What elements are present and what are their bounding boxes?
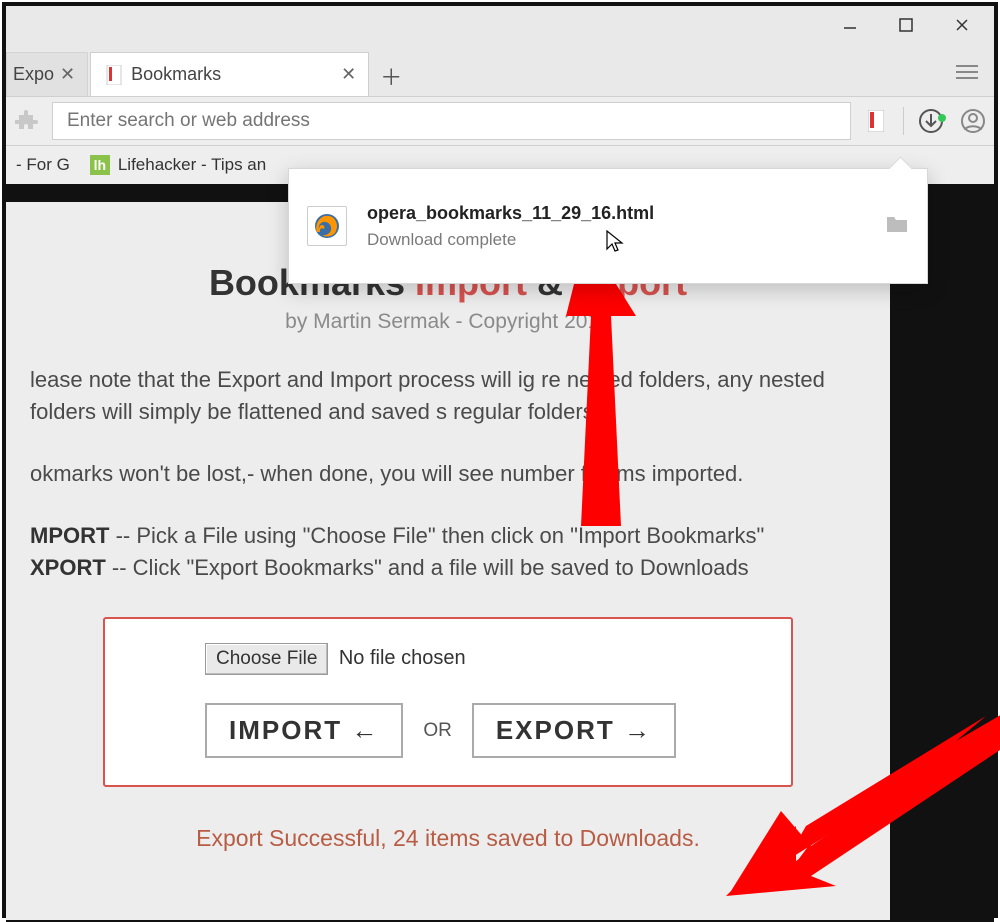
minimize-button[interactable]	[822, 6, 878, 44]
download-status: Download complete	[367, 230, 885, 250]
page-content: Bookmarks Import & Export by Martin Serm…	[6, 202, 890, 920]
tab-inactive[interactable]: Expo ✕	[6, 52, 88, 96]
bookmark-sidebar-icon[interactable]	[855, 110, 897, 132]
maximize-button[interactable]	[878, 6, 934, 44]
paragraph: okmarks won't be lost,- when done, you w…	[30, 458, 866, 490]
tab-close-icon[interactable]: ✕	[60, 64, 75, 85]
menu-icon[interactable]	[956, 64, 978, 85]
action-panel: Choose File No file chosen IMPORT ← OR E…	[103, 617, 793, 787]
export-button[interactable]: EXPORT →	[472, 703, 676, 758]
extensions-icon[interactable]	[6, 109, 48, 133]
address-bar-row	[6, 96, 994, 146]
open-folder-icon[interactable]	[885, 214, 909, 239]
bookmark-item[interactable]: lh Lifehacker - Tips an	[80, 155, 276, 175]
paragraph: lease note that the Export and Import pr…	[30, 364, 866, 428]
file-status: No file chosen	[339, 647, 466, 669]
lifehacker-icon: lh	[90, 155, 110, 175]
firefox-file-icon	[307, 206, 347, 246]
cursor-icon	[606, 230, 624, 259]
tab-title: Expo	[13, 64, 54, 85]
profile-icon[interactable]	[952, 108, 994, 134]
tab-close-icon[interactable]: ✕	[341, 64, 356, 85]
bookmark-label: Lifehacker - Tips an	[118, 155, 266, 175]
bookmark-icon	[105, 66, 123, 84]
choose-file-button[interactable]: Choose File	[205, 643, 328, 675]
close-button[interactable]	[934, 6, 990, 44]
bookmark-item[interactable]: - For G	[6, 155, 80, 175]
or-label: OR	[423, 720, 452, 742]
tab-title: Bookmarks	[131, 64, 221, 85]
notification-dot-icon	[938, 114, 946, 122]
instructions: MPORT -- Pick a File using "Choose File"…	[30, 520, 866, 584]
download-popup: opera_bookmarks_11_29_16.html Download c…	[288, 168, 928, 284]
address-input[interactable]	[52, 102, 851, 140]
import-button[interactable]: IMPORT ←	[205, 703, 403, 758]
download-filename: opera_bookmarks_11_29_16.html	[367, 203, 885, 224]
new-tab-button[interactable]: ＋	[371, 56, 411, 96]
bookmark-label: - For G	[16, 155, 70, 175]
result-message: Export Successful, 24 items saved to Dow…	[30, 825, 866, 852]
browser-chrome: Expo ✕ Bookmarks ✕ ＋	[6, 6, 994, 184]
window-controls	[822, 6, 990, 44]
downloads-icon[interactable]	[910, 108, 952, 134]
byline: by Martin Sermak - Copyright 2016	[30, 310, 866, 334]
tab-active[interactable]: Bookmarks ✕	[90, 52, 369, 96]
